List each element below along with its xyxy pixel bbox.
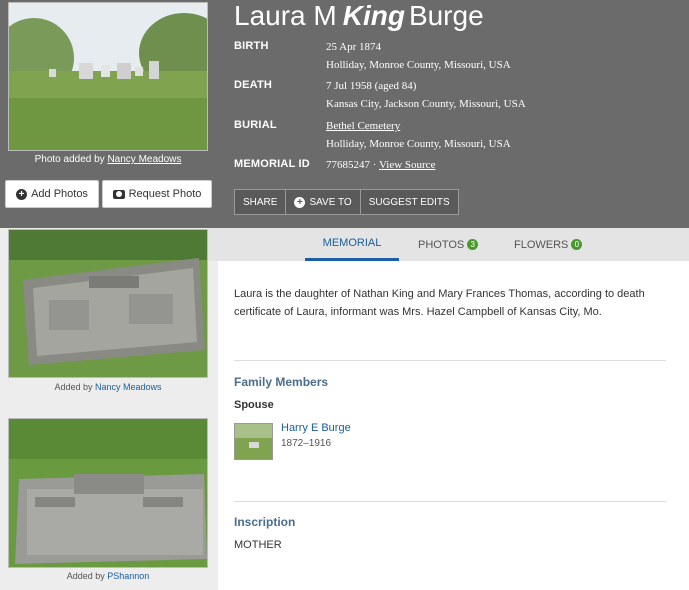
birth-place: Holliday, Monroe County, Missouri, USA bbox=[326, 59, 511, 71]
inscription-title: Inscription bbox=[234, 515, 296, 529]
main-photo-caption: Photo added by Nancy Meadows bbox=[8, 154, 208, 165]
cemetery-link[interactable]: Bethel Cemetery bbox=[326, 120, 400, 132]
gallery-caption: Added by PShannon bbox=[8, 571, 208, 581]
request-photo-button[interactable]: Request Photo bbox=[102, 180, 212, 208]
added-by-link[interactable]: Nancy Meadows bbox=[95, 382, 162, 392]
death-place: Kansas City, Jackson County, Missouri, U… bbox=[326, 98, 526, 110]
gallery-caption: Added by Nancy Meadows bbox=[8, 382, 208, 392]
share-button[interactable]: SHARE bbox=[234, 189, 287, 215]
burial-value: Bethel Cemetery Holliday, Monroe County,… bbox=[326, 117, 511, 153]
burial-place: Holliday, Monroe County, Missouri, USA bbox=[326, 138, 511, 150]
family-member-thumbnail[interactable] bbox=[234, 423, 273, 460]
add-photos-label: Add Photos bbox=[31, 188, 88, 200]
maiden-name: King bbox=[342, 0, 405, 31]
burial-label: BURIAL bbox=[234, 119, 277, 131]
caption-prefix: Added by bbox=[54, 382, 93, 392]
tab-memorial-label: MEMORIAL bbox=[322, 237, 382, 249]
gallery-photo[interactable] bbox=[8, 229, 208, 378]
section-divider bbox=[234, 501, 666, 502]
added-by-link[interactable]: Nancy Meadows bbox=[107, 154, 181, 165]
spouse-label: Spouse bbox=[234, 399, 274, 411]
death-date: 7 Jul 1958 (aged 84) bbox=[326, 80, 417, 92]
save-to-label: SAVE TO bbox=[309, 196, 352, 208]
view-source-link[interactable]: View Source bbox=[379, 159, 435, 171]
tab-memorial[interactable]: MEMORIAL bbox=[305, 228, 399, 261]
family-member-dates: 1872–1916 bbox=[281, 438, 332, 449]
first-name: Laura M bbox=[234, 0, 337, 31]
main-photo[interactable] bbox=[8, 2, 208, 151]
tab-flowers-label: FLOWERS bbox=[514, 238, 569, 251]
death-label: DEATH bbox=[234, 79, 273, 91]
camera-icon bbox=[112, 189, 125, 199]
added-by-link[interactable]: PShannon bbox=[107, 571, 149, 581]
caption-prefix: Photo added by bbox=[34, 154, 105, 165]
share-label: SHARE bbox=[243, 196, 278, 208]
memorial-id-value: 77685247 · View Source bbox=[326, 156, 435, 174]
request-photo-label: Request Photo bbox=[128, 188, 202, 200]
death-value: 7 Jul 1958 (aged 84) Kansas City, Jackso… bbox=[326, 77, 526, 113]
suggest-edits-label: SUGGEST EDITS bbox=[368, 196, 450, 208]
inscription-text: MOTHER bbox=[234, 539, 282, 551]
last-name: Burge bbox=[408, 0, 484, 31]
suggest-edits-button[interactable]: SUGGEST EDITS bbox=[360, 189, 459, 215]
action-bar: SHARE + SAVE TO SUGGEST EDITS bbox=[234, 189, 459, 215]
tab-photos-label: PHOTOS bbox=[418, 238, 465, 251]
memorial-name: Laura M King Burge bbox=[234, 0, 484, 32]
plus-circle-icon: + bbox=[16, 188, 28, 200]
save-to-button[interactable]: + SAVE TO bbox=[286, 189, 361, 215]
photos-count-badge: 3 bbox=[467, 239, 479, 250]
birth-value: 25 Apr 1874 Holliday, Monroe County, Mis… bbox=[326, 38, 511, 74]
tab-flowers[interactable]: FLOWERS 0 bbox=[514, 228, 583, 261]
family-member-link[interactable]: Harry E Burge bbox=[281, 422, 351, 434]
plus-circle-icon: + bbox=[294, 196, 306, 208]
tab-photos[interactable]: PHOTOS 3 bbox=[418, 228, 479, 261]
family-members-title: Family Members bbox=[234, 375, 329, 389]
memorial-id: 77685247 bbox=[326, 159, 370, 171]
gallery-photo[interactable] bbox=[8, 418, 208, 568]
tab-bar: MEMORIAL PHOTOS 3 FLOWERS 0 bbox=[208, 228, 689, 261]
memorial-id-label: MEMORIAL ID bbox=[234, 158, 310, 170]
flowers-count-badge: 0 bbox=[571, 239, 583, 250]
caption-prefix: Added by bbox=[66, 571, 105, 581]
birth-label: BIRTH bbox=[234, 40, 269, 52]
add-photos-button[interactable]: + Add Photos bbox=[5, 180, 99, 208]
section-divider bbox=[234, 360, 666, 361]
birth-date: 25 Apr 1874 bbox=[326, 41, 381, 53]
id-separator: · bbox=[372, 159, 377, 171]
memorial-bio: Laura is the daughter of Nathan King and… bbox=[234, 288, 645, 318]
